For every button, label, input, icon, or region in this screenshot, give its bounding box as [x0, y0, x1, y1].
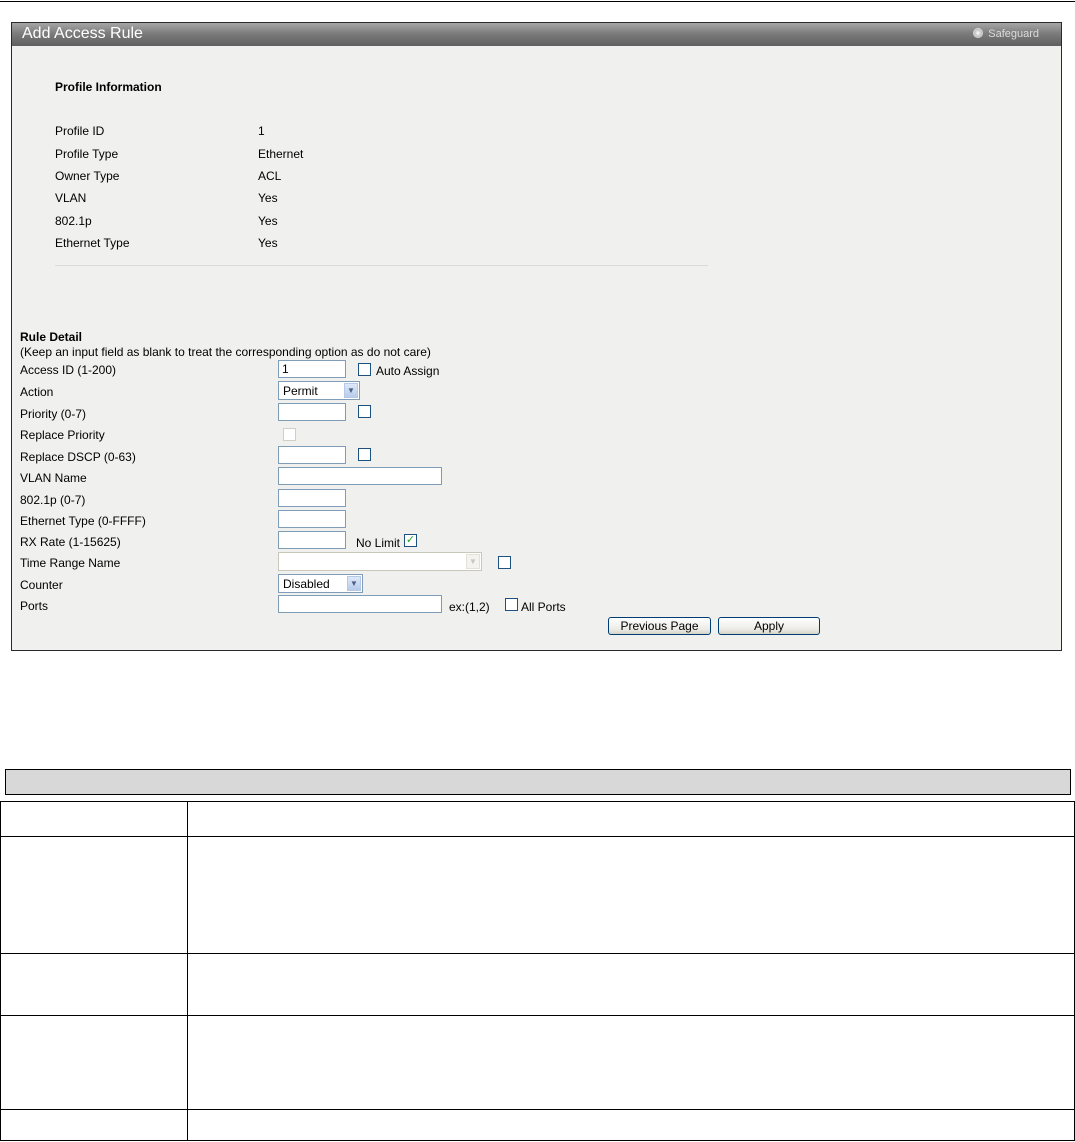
safeguard-indicator: Safeguard: [973, 28, 1039, 40]
vlan-name-label: VLAN Name: [20, 471, 87, 485]
check-icon: ✓: [405, 534, 416, 546]
counter-select-value: Disabled: [283, 577, 330, 591]
parameter-cell: [0, 1109, 188, 1141]
safeguard-label: Safeguard: [988, 28, 1039, 40]
table-row: [0, 953, 1075, 1016]
dot1p-label: 802.1p: [55, 214, 92, 228]
profile-type-value: Ethernet: [258, 147, 304, 161]
dot1p-value: Yes: [258, 214, 278, 228]
dot1p-input[interactable]: [278, 489, 346, 507]
action-select-value: Permit: [283, 384, 318, 398]
table-row: [0, 1109, 1075, 1141]
page-top-rule: [0, 1, 1075, 2]
priority-checkbox[interactable]: [358, 405, 371, 418]
ports-input[interactable]: [278, 595, 442, 613]
parameter-cell: [0, 801, 188, 837]
priority-input[interactable]: [278, 403, 346, 421]
all-ports-label: All Ports: [521, 600, 566, 614]
ethernet-type-value: Yes: [258, 236, 278, 250]
replace-dscp-input[interactable]: [278, 446, 346, 464]
time-range-name-label: Time Range Name: [20, 556, 121, 570]
description-cell: [187, 1109, 1075, 1141]
ethernet-type-label: Ethernet Type: [55, 236, 130, 250]
no-limit-checkbox[interactable]: ✓: [404, 534, 417, 547]
action-select[interactable]: Permit ▼: [278, 381, 360, 400]
counter-label: Counter: [20, 578, 63, 592]
ports-label: Ports: [20, 599, 49, 613]
owner-type-value: ACL: [258, 169, 282, 183]
profile-id-value: 1: [258, 124, 265, 138]
description-cell: [187, 801, 1075, 837]
table-row: [0, 801, 1075, 837]
auto-assign-label: Auto Assign: [376, 364, 440, 378]
panel-title: Add Access Rule: [22, 25, 143, 42]
replace-priority-label: Replace Priority: [20, 428, 105, 442]
description-cell: [187, 953, 1075, 1016]
chevron-down-icon[interactable]: ▼: [466, 554, 480, 569]
add-access-rule-panel: Add Access Rule Safeguard Profile Inform…: [11, 22, 1062, 651]
ports-example-hint: ex:(1,2): [449, 600, 490, 614]
apply-button[interactable]: Apply: [718, 617, 820, 635]
parameter-cell: [0, 836, 188, 954]
description-cell: [187, 1015, 1075, 1110]
chevron-down-icon[interactable]: ▼: [344, 383, 358, 398]
access-id-label: Access ID (1-200): [20, 363, 117, 377]
chevron-down-icon[interactable]: ▼: [347, 576, 361, 591]
time-range-name-select[interactable]: ▼: [278, 552, 482, 571]
previous-page-button[interactable]: Previous Page: [608, 617, 711, 635]
profile-information-heading: Profile Information: [55, 80, 162, 94]
table-row: [0, 836, 1075, 954]
time-range-checkbox[interactable]: [498, 556, 511, 569]
rule-detail-note: (Keep an input field as blank to treat t…: [20, 345, 431, 359]
ethernet-type-input[interactable]: [278, 510, 346, 528]
parameter-cell: [0, 1015, 188, 1110]
replace-dscp-label: Replace DSCP (0-63): [20, 450, 136, 464]
owner-type-label: Owner Type: [55, 169, 120, 183]
auto-assign-checkbox[interactable]: [358, 363, 371, 376]
access-id-input[interactable]: 1: [278, 360, 346, 378]
description-table: [0, 801, 1075, 1141]
no-limit-label: No Limit: [356, 536, 401, 550]
rx-rate-input[interactable]: [278, 531, 346, 549]
table-row: [0, 1015, 1075, 1110]
vlan-label: VLAN: [55, 191, 87, 205]
profile-id-label: Profile ID: [55, 124, 105, 138]
replace-dscp-checkbox[interactable]: [358, 448, 371, 461]
counter-select[interactable]: Disabled ▼: [278, 574, 363, 593]
vlan-name-input[interactable]: [278, 467, 442, 485]
rule-detail-heading: Rule Detail: [20, 330, 83, 344]
parameter-cell: [0, 953, 188, 1016]
description-table-header: [5, 769, 1071, 795]
vlan-value: Yes: [258, 191, 278, 205]
action-label: Action: [20, 385, 54, 399]
dot1p-rule-label: 802.1p (0-7): [20, 493, 86, 507]
priority-label: Priority (0-7): [20, 407, 87, 421]
profile-separator: [55, 265, 708, 266]
profile-type-label: Profile Type: [55, 147, 119, 161]
replace-priority-checkbox[interactable]: [283, 428, 296, 441]
status-dot-icon: [973, 28, 984, 38]
all-ports-checkbox[interactable]: [505, 598, 518, 611]
rx-rate-label: RX Rate (1-15625): [20, 535, 121, 549]
ethernet-type-rule-label: Ethernet Type (0-FFFF): [20, 514, 146, 528]
description-cell: [187, 836, 1075, 954]
panel-titlebar: Add Access Rule Safeguard: [12, 23, 1061, 46]
